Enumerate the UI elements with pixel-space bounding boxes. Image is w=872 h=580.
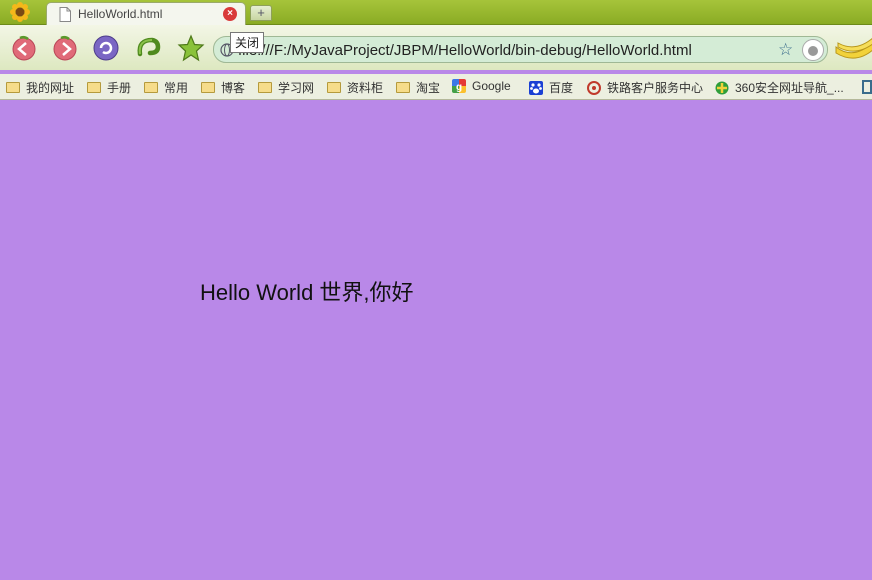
folder-icon [6, 82, 20, 93]
sunflower-logo-icon[interactable] [8, 1, 32, 23]
undo-close-tab-button[interactable] [134, 34, 162, 62]
folder-icon [87, 82, 101, 93]
bookmark-label: Google [472, 79, 511, 93]
address-bar[interactable]: file:///F:/MyJavaProject/JBPM/HelloWorld… [213, 36, 828, 63]
bookmark-folder-taobao[interactable]: 淘宝 [396, 79, 440, 96]
folder-icon [144, 82, 158, 93]
bookmark-folder-common[interactable]: 常用 [144, 79, 188, 96]
bookmark-star-icon[interactable]: ☆ [778, 40, 793, 60]
reload-button[interactable] [92, 34, 120, 62]
baidu-icon [529, 80, 543, 95]
folder-icon [258, 82, 272, 93]
google-icon: g [452, 79, 466, 93]
bookmark-label: 360安全网址导航_... [735, 81, 844, 95]
hello-world-text: Hello World 世界,你好 [200, 280, 414, 305]
svg-text:g: g [456, 82, 462, 93]
bookmark-360-nav[interactable]: 360安全网址导航_... [715, 79, 844, 96]
forward-button[interactable] [51, 34, 79, 62]
close-tab-icon[interactable]: × [223, 7, 237, 21]
railway-icon [587, 80, 601, 95]
bookmark-google[interactable]: g Google [452, 79, 511, 93]
back-button[interactable] [10, 34, 38, 62]
bookmarks-overflow-icon[interactable] [862, 80, 872, 94]
bookmark-railway[interactable]: 铁路客户服务中心 [587, 79, 703, 96]
tab-title: HelloWorld.html [78, 7, 163, 21]
banana-menu-icon[interactable] [834, 33, 872, 63]
bookmark-label: 手册 [107, 81, 132, 95]
bookmark-label: 博客 [221, 81, 246, 95]
tab-helloworld[interactable]: HelloWorld.html × [46, 2, 246, 26]
url-text[interactable]: file:///F:/MyJavaProject/JBPM/HelloWorld… [238, 42, 692, 59]
folder-icon [201, 82, 215, 93]
folder-icon [327, 82, 341, 93]
address-dropdown-button[interactable] [802, 39, 824, 61]
bookmark-label: 资料柜 [347, 81, 384, 95]
bookmark-folder-blog[interactable]: 博客 [201, 79, 245, 96]
close-tooltip: 关闭 [230, 32, 265, 53]
page-content: Hello World 世界,你好 [0, 100, 872, 580]
bookmark-label: 百度 [549, 81, 574, 95]
folder-icon [396, 82, 410, 93]
bookmark-folder-my-sites[interactable]: 我的网址 [6, 79, 74, 96]
bookmark-label: 我的网址 [26, 81, 75, 95]
360-icon [715, 81, 729, 94]
bookmark-folder-manuals[interactable]: 手册 [87, 79, 131, 96]
bookmark-label: 铁路客户服务中心 [607, 81, 704, 95]
bookmark-label: 淘宝 [416, 81, 441, 95]
bookmark-folder-learning[interactable]: 学习网 [258, 79, 314, 96]
bookmark-baidu[interactable]: 百度 [529, 79, 573, 96]
tab-bar: HelloWorld.html × + [0, 0, 872, 26]
bookmark-label: 学习网 [278, 81, 315, 95]
favorites-star-button[interactable] [177, 34, 205, 62]
navigation-toolbar: file:///F:/MyJavaProject/JBPM/HelloWorld… [0, 25, 872, 70]
bookmark-folder-archive[interactable]: 资料柜 [327, 79, 383, 96]
page-icon [59, 7, 71, 22]
bookmark-label: 常用 [164, 81, 189, 95]
bookmarks-bar: 我的网址 手册 常用 博客 学习网 资料柜 淘宝 g Google 百度 铁路客… [0, 74, 872, 100]
new-tab-button[interactable]: + [250, 5, 272, 21]
